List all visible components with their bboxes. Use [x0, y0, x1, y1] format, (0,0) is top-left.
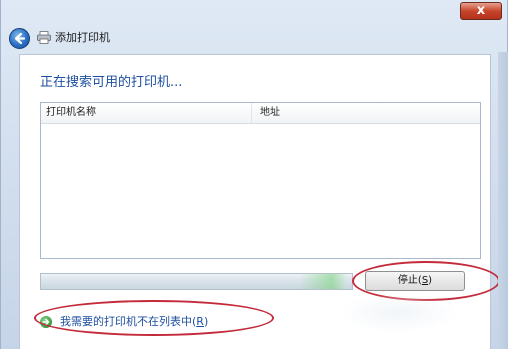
- wizard-content: 正在搜索可用的打印机... 打印机名称 地址 停止(S) 我需要的打印机不在列表…: [19, 54, 500, 349]
- column-header-printer-name[interactable]: 打印机名称: [46, 103, 252, 123]
- search-progress-bar: [40, 273, 353, 290]
- link-text-prefix: 我需要的打印机不在列表中(: [60, 315, 197, 328]
- title-bar: x 添加打印机: [1, 0, 508, 52]
- progress-fill: [299, 274, 346, 289]
- column-header-address[interactable]: 地址: [260, 103, 460, 123]
- close-icon: x: [476, 3, 486, 18]
- close-button[interactable]: x: [460, 2, 502, 20]
- printer-list[interactable]: 打印机名称 地址: [40, 102, 481, 259]
- window-title: 添加打印机: [55, 31, 110, 44]
- stop-label: 停止(: [397, 275, 422, 286]
- link-access-key: R: [196, 315, 204, 328]
- window-edge: [498, 52, 508, 349]
- stop-button[interactable]: 停止(S): [365, 271, 465, 291]
- printer-not-listed-text: 我需要的打印机不在列表中(R): [60, 313, 208, 331]
- list-header: 打印机名称 地址: [41, 103, 480, 124]
- printer-icon: [37, 31, 51, 44]
- stop-label-suffix: ): [428, 275, 433, 286]
- green-arrow-icon: [40, 316, 52, 328]
- screen-glare: [338, 293, 458, 333]
- back-arrow-icon: [14, 32, 26, 45]
- back-button[interactable]: [9, 28, 30, 49]
- page-heading: 正在搜索可用的打印机...: [40, 75, 183, 90]
- link-text-suffix: ): [203, 315, 209, 328]
- window-frame: x 添加打印机 正在搜索可用的打印机... 打印机名称 地址 停止(S) 我需要…: [0, 0, 508, 349]
